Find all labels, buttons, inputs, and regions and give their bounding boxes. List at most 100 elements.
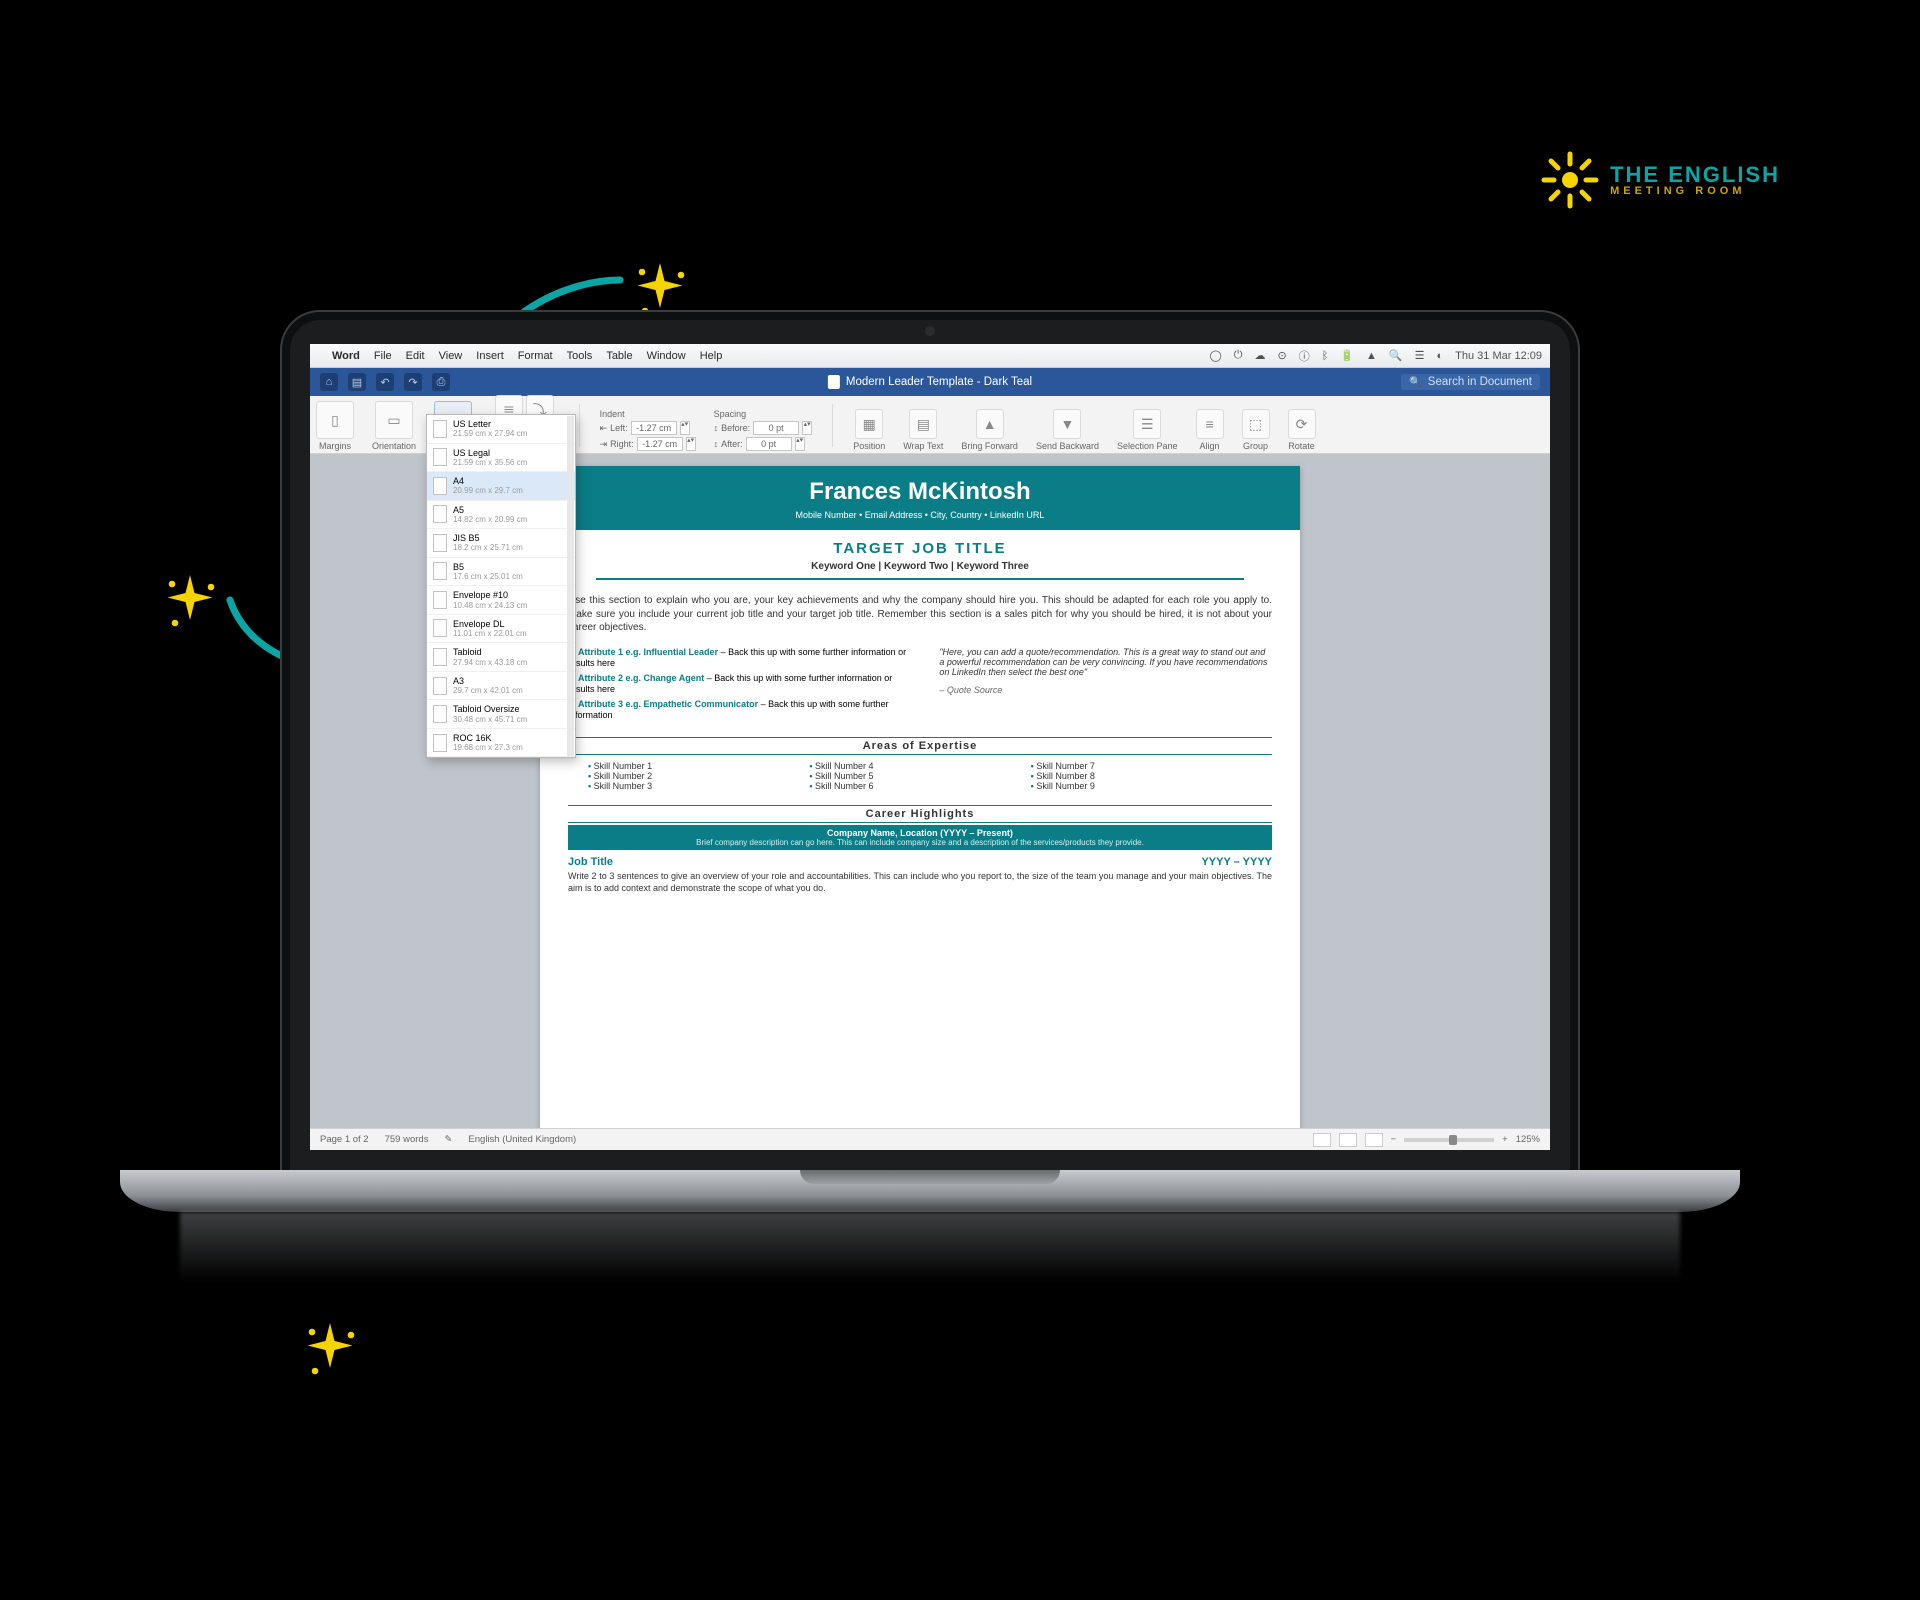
menubar-datetime[interactable]: Thu 31 Mar 12:09 xyxy=(1455,350,1542,362)
menu-view[interactable]: View xyxy=(439,350,463,362)
home-icon[interactable]: ⌂ xyxy=(320,373,338,391)
menubar-extra-icon[interactable]: ⓘ xyxy=(1299,348,1310,364)
view-web-button[interactable] xyxy=(1365,1133,1383,1147)
skill-item: Skill Number 9 xyxy=(1031,781,1252,791)
stepper[interactable]: ▴▾ xyxy=(686,437,696,451)
document-title: Modern Leader Template - Dark Teal xyxy=(828,375,1032,389)
wifi-icon[interactable]: ▲ xyxy=(1366,350,1377,362)
job-title: Job Title xyxy=(568,856,613,868)
skill-column: Skill Number 4Skill Number 5Skill Number… xyxy=(809,761,1030,791)
orientation-button[interactable]: ▭ xyxy=(375,401,413,439)
skill-item: Skill Number 7 xyxy=(1031,761,1252,771)
page-icon xyxy=(433,448,447,466)
laptop-base xyxy=(120,1170,1740,1212)
document-page[interactable]: Frances McKintosh Mobile Number • Email … xyxy=(540,466,1300,1128)
group-button[interactable]: ⬚ xyxy=(1242,409,1270,439)
brand-line2: MEETING ROOM xyxy=(1610,186,1780,198)
spacing-after-input[interactable]: 0 pt xyxy=(746,437,792,451)
page-size-option[interactable]: ROC 16K19.68 cm x 27.3 cm xyxy=(427,729,575,758)
battery-icon[interactable]: 🔋 xyxy=(1340,349,1354,362)
keywords: Keyword One | Keyword Two | Keyword Thre… xyxy=(560,561,1280,572)
skill-item: Skill Number 6 xyxy=(809,781,1030,791)
page-size-option[interactable]: A514.82 cm x 20.99 cm xyxy=(427,501,575,530)
menu-help[interactable]: Help xyxy=(700,350,723,362)
menu-file[interactable]: File xyxy=(374,350,392,362)
webcam-dot xyxy=(925,326,935,336)
menu-window[interactable]: Window xyxy=(647,350,686,362)
label-indent: Indent xyxy=(600,409,625,419)
status-proofing-icon[interactable]: ✎ xyxy=(444,1134,452,1145)
status-words[interactable]: 759 words xyxy=(385,1134,429,1145)
skill-column: Skill Number 1Skill Number 2Skill Number… xyxy=(588,761,809,791)
mac-menubar[interactable]: Word File Edit View Insert Format Tools … xyxy=(310,344,1550,368)
zoom-slider[interactable] xyxy=(1404,1138,1494,1142)
resume-header: Frances McKintosh Mobile Number • Email … xyxy=(540,466,1300,530)
search-in-document[interactable]: Search in Document xyxy=(1401,374,1540,390)
attribute-item: Attribute 1 e.g. Influential Leader – Ba… xyxy=(568,647,917,668)
indent-right-input[interactable]: -1.27 cm xyxy=(637,437,683,451)
page-size-option[interactable]: JIS B518.2 cm x 25.71 cm xyxy=(427,529,575,558)
career-header: Career Highlights xyxy=(568,805,1272,823)
menubar-extra-icon[interactable]: ⊙ xyxy=(1278,349,1287,362)
page-icon xyxy=(433,648,447,666)
status-language[interactable]: English (United Kingdom) xyxy=(468,1134,576,1145)
wrap-text-button[interactable]: ▤ xyxy=(909,409,937,439)
page-size-option[interactable]: A329.7 cm x 42.01 cm xyxy=(427,672,575,701)
menu-edit[interactable]: Edit xyxy=(406,350,425,362)
menu-format[interactable]: Format xyxy=(518,350,553,362)
qat-redo-icon[interactable]: ↷ xyxy=(404,373,422,391)
indent-left-input[interactable]: -1.27 cm xyxy=(631,421,677,435)
skill-item: Skill Number 3 xyxy=(588,781,809,791)
status-page[interactable]: Page 1 of 2 xyxy=(320,1134,369,1145)
send-backward-button[interactable]: ▼ xyxy=(1053,409,1081,439)
page-icon xyxy=(433,420,447,438)
page-icon xyxy=(433,505,447,523)
search-icon[interactable]: 🔍 xyxy=(1389,349,1403,362)
zoom-out-button[interactable]: − xyxy=(1391,1134,1397,1145)
bluetooth-icon[interactable]: ᛒ xyxy=(1322,350,1329,362)
word-titlebar: ⌂ ▤ ↶ ↷ ⎙ Modern Leader Template - Dark … xyxy=(310,368,1550,396)
menu-table[interactable]: Table xyxy=(606,350,632,362)
stepper[interactable]: ▴▾ xyxy=(680,421,690,435)
zoom-value[interactable]: 125% xyxy=(1516,1134,1540,1145)
page-size-option[interactable]: Envelope DL11.01 cm x 22.01 cm xyxy=(427,615,575,644)
stepper[interactable]: ▴▾ xyxy=(795,437,805,451)
brand-line1: THE ENGLISH xyxy=(1610,163,1780,186)
skill-item: Skill Number 4 xyxy=(809,761,1030,771)
page-size-option[interactable]: US Letter21.59 cm x 27.94 cm xyxy=(427,415,575,444)
position-button[interactable]: ▦ xyxy=(855,409,883,439)
menubar-extra-icon[interactable]: ◯ xyxy=(1209,349,1221,362)
page-size-option[interactable]: B517.6 cm x 25.01 cm xyxy=(427,558,575,587)
control-center-icon[interactable]: ☰ xyxy=(1415,349,1425,362)
page-size-option[interactable]: Envelope #1010.48 cm x 24.13 cm xyxy=(427,586,575,615)
siri-icon[interactable]: ◐ xyxy=(1437,350,1444,362)
spacing-before-input[interactable]: 0 pt xyxy=(753,421,799,435)
page-icon xyxy=(433,677,447,695)
label-orientation: Orientation xyxy=(372,441,416,451)
app-name[interactable]: Word xyxy=(332,350,360,362)
skills-grid: Skill Number 1Skill Number 2Skill Number… xyxy=(540,757,1300,799)
menu-insert[interactable]: Insert xyxy=(476,350,504,362)
menu-tools[interactable]: Tools xyxy=(567,350,593,362)
menubar-extra-icon[interactable]: ☁︎ xyxy=(1255,349,1266,362)
qat-print-icon[interactable]: ⎙ xyxy=(432,373,450,391)
qat-undo-icon[interactable]: ↶ xyxy=(376,373,394,391)
rotate-button[interactable]: ⟳ xyxy=(1288,409,1316,439)
page-size-option[interactable]: US Legal21.59 cm x 35.56 cm xyxy=(427,444,575,473)
view-readmode-button[interactable] xyxy=(1313,1133,1331,1147)
page-size-option[interactable]: Tabloid27.94 cm x 43.18 cm xyxy=(427,643,575,672)
screen: Word File Edit View Insert Format Tools … xyxy=(310,344,1550,1150)
margins-button[interactable]: ▯ xyxy=(316,401,354,439)
page-size-option[interactable]: Tabloid Oversize30.48 cm x 45.71 cm xyxy=(427,700,575,729)
align-button[interactable]: ≡ xyxy=(1196,409,1224,439)
selection-pane-button[interactable]: ☰ xyxy=(1133,409,1161,439)
view-print-button[interactable] xyxy=(1339,1133,1357,1147)
menubar-extra-icon[interactable]: ⏻ xyxy=(1234,349,1243,362)
qat-save-icon[interactable]: ▤ xyxy=(348,373,366,391)
stepper[interactable]: ▴▾ xyxy=(802,421,812,435)
bring-forward-button[interactable]: ▲ xyxy=(976,409,1004,439)
zoom-in-button[interactable]: + xyxy=(1502,1134,1508,1145)
target-title: TARGET JOB TITLE xyxy=(560,540,1280,557)
page-size-menu[interactable]: US Letter21.59 cm x 27.94 cmUS Legal21.5… xyxy=(426,414,576,758)
page-size-option[interactable]: A420.99 cm x 29.7 cm xyxy=(427,472,575,501)
